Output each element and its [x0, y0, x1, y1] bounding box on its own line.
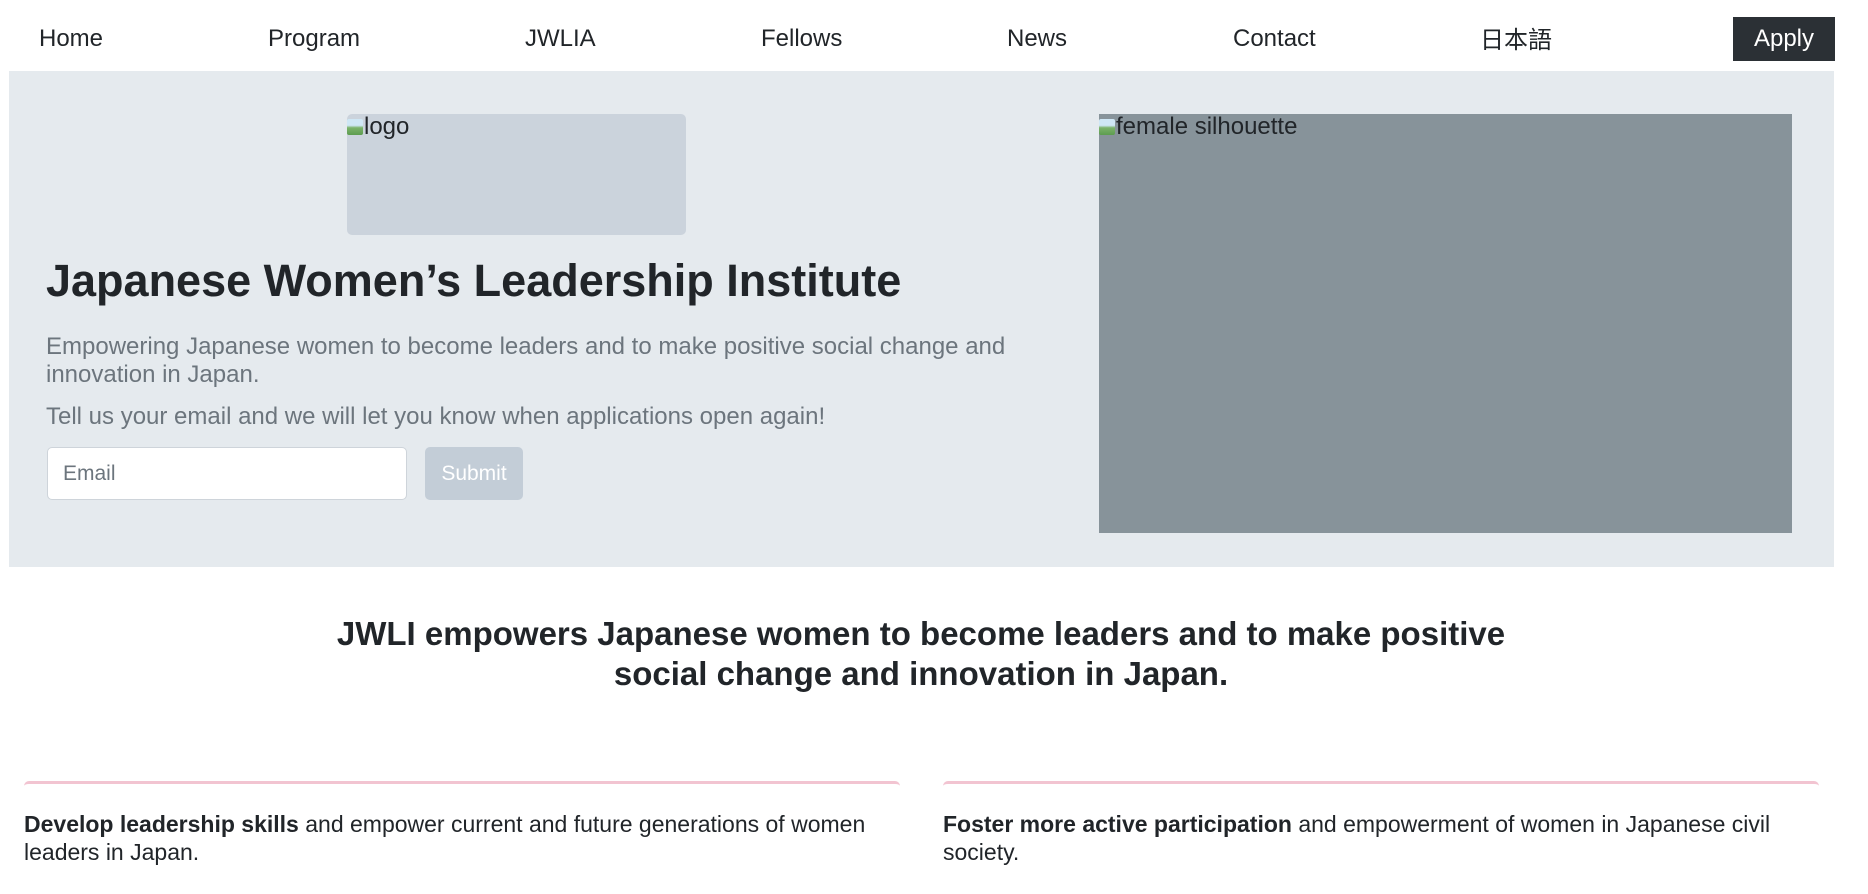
female-silhouette-image: female silhouette	[1099, 114, 1792, 533]
mission-line-2: social change and innovation in Japan.	[613, 655, 1229, 692]
top-navigation: Home Program JWLIA Fellows News Contact …	[0, 0, 1868, 71]
feature-text: Develop leadership skills and empower cu…	[24, 810, 900, 866]
logo-alt-text: logo	[364, 114, 410, 140]
logo-image: logo	[347, 114, 686, 235]
nav-home-link[interactable]: Home	[39, 24, 103, 54]
silhouette-alt-text: female silhouette	[1116, 114, 1298, 140]
nav-contact-link[interactable]: Contact	[1233, 24, 1316, 54]
apply-button[interactable]: Apply	[1733, 17, 1835, 61]
feature-text: Foster more active participation and emp…	[943, 810, 1819, 866]
nav-jwlia-link[interactable]: JWLIA	[525, 24, 596, 54]
feature-highlight: Develop leadership skills	[24, 811, 299, 837]
nav-news-link[interactable]: News	[1007, 24, 1067, 54]
feature-highlight: Foster more active participation	[943, 811, 1292, 837]
nav-japanese-language-link[interactable]: 日本語	[1480, 26, 1552, 56]
page-title: Japanese Women’s Leadership Institute	[46, 255, 902, 306]
nav-fellows-link[interactable]: Fellows	[761, 24, 842, 54]
hero-signup-note: Tell us your email and we will let you k…	[46, 403, 826, 430]
broken-image-icon	[1099, 118, 1115, 136]
feature-card-participation: Foster more active participation and emp…	[943, 781, 1819, 894]
hero-lead-text: Empowering Japanese women to become lead…	[46, 333, 1006, 388]
nav-program-link[interactable]: Program	[268, 24, 360, 54]
mission-line-1: JWLI empowers Japanese women to become l…	[336, 615, 1506, 652]
mission-statement: JWLI empowers Japanese women to become l…	[0, 614, 1842, 694]
feature-card-leadership: Develop leadership skills and empower cu…	[24, 781, 900, 894]
hero-section: logo Japanese Women’s Leadership Institu…	[9, 71, 1834, 567]
email-input[interactable]	[47, 447, 407, 500]
broken-image-icon	[347, 118, 363, 136]
submit-button[interactable]: Submit	[425, 447, 523, 500]
